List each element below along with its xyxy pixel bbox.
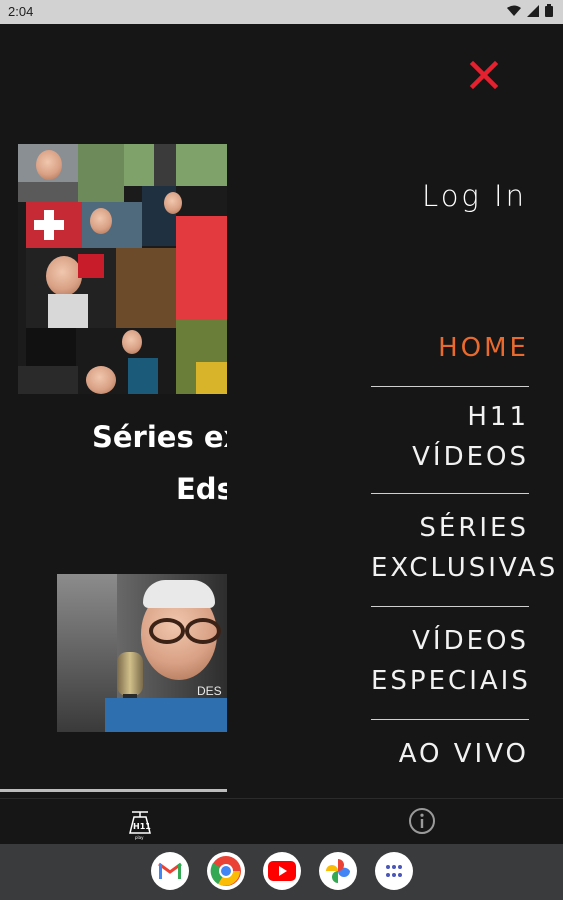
cross-icon (34, 210, 64, 240)
menu-item-home[interactable]: HOME (371, 322, 529, 386)
drawer-menu: HOME H11 VÍDEOS SÉRIES EXCLUSIVAS VÍDEOS… (371, 322, 555, 784)
bottom-navigation: H11 play (0, 798, 563, 845)
scroll-indicator (0, 789, 227, 792)
status-time: 2:04 (8, 4, 34, 19)
menu-item-ao-vivo[interactable]: AO VIVO (371, 719, 529, 784)
youtube-icon[interactable] (263, 852, 301, 890)
video-thumbnail[interactable]: DES (57, 574, 227, 732)
login-link[interactable]: Log In (422, 179, 527, 213)
red-banner (176, 216, 227, 320)
menu-item-h11-videos[interactable]: H11 VÍDEOS (371, 386, 529, 493)
battery-icon (545, 4, 553, 17)
series-title-line2: Eds (176, 472, 227, 506)
menu-item-videos-especiais[interactable]: VÍDEOS ESPECIAIS (371, 606, 529, 719)
chrome-icon[interactable] (207, 852, 245, 890)
gmail-icon[interactable] (151, 852, 189, 890)
svg-text:H11: H11 (133, 822, 151, 831)
svg-text:play: play (135, 835, 144, 840)
status-bar: 2:04 (0, 0, 563, 24)
status-icons (507, 4, 553, 17)
h11-play-logo-icon[interactable]: H11 play (126, 809, 154, 841)
app-screen: Séries ex Eds DES Log In HOME H11 VÍDEOS… (0, 24, 563, 798)
series-collage-image[interactable] (18, 144, 227, 394)
app-drawer-icon[interactable] (375, 852, 413, 890)
series-title-line1: Séries ex (92, 420, 227, 454)
home-content: Séries ex Eds DES (0, 24, 227, 798)
navigation-drawer: Log In HOME H11 VÍDEOS SÉRIES EXCLUSIVAS… (227, 24, 563, 798)
photos-icon[interactable] (319, 852, 357, 890)
system-taskbar (0, 844, 563, 900)
menu-item-series-exclusivas[interactable]: SÉRIES EXCLUSIVAS (371, 493, 555, 606)
info-icon[interactable] (408, 807, 436, 835)
close-icon[interactable] (469, 60, 499, 90)
signal-icon (527, 4, 539, 17)
wifi-icon (507, 5, 521, 16)
